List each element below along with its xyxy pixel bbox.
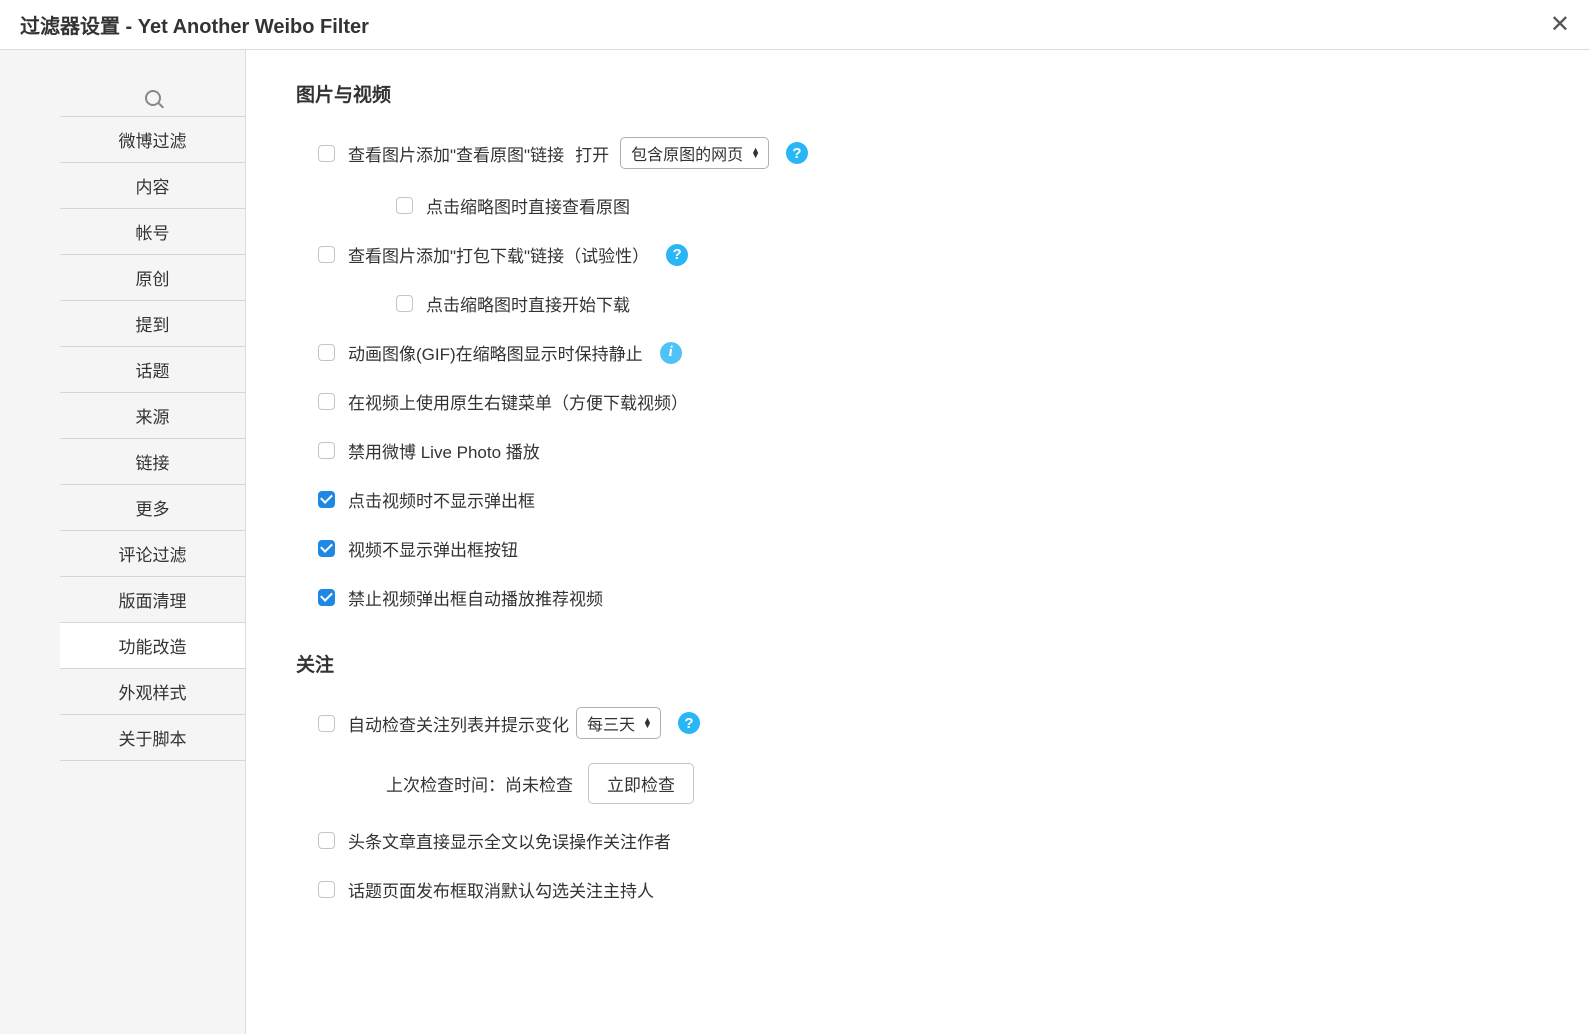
section-title-media: 图片与视频 [296, 80, 1560, 107]
section-title-follow: 关注 [296, 650, 1560, 677]
sidebar-item-label: 微博过滤 [119, 127, 187, 152]
sidebar-item-topic[interactable]: 话题 [60, 347, 245, 393]
checkbox-view-original[interactable] [318, 145, 335, 162]
sidebar-item-label: 原创 [136, 265, 170, 290]
sidebar-search[interactable] [60, 80, 245, 117]
option-view-original: 查看图片添加"查看原图"链接 打开 包含原图的网页 ▲▼ ? [296, 125, 1560, 181]
option-native-context: 在视频上使用原生右键菜单（方便下载视频） [296, 377, 1560, 426]
sidebar-item-label: 外观样式 [119, 679, 187, 704]
checkbox-video-no-popup[interactable] [318, 491, 335, 508]
checkbox-click-thumbnail-view[interactable] [396, 197, 413, 214]
checkbox-topic-uncheck[interactable] [318, 881, 335, 898]
open-label: 打开 [575, 141, 609, 166]
sidebar-item-label: 更多 [136, 495, 170, 520]
sidebar-item-appearance[interactable]: 外观样式 [60, 669, 245, 715]
select-value: 包含原图的网页 [631, 141, 743, 165]
help-icon[interactable]: ? [666, 244, 688, 266]
sidebar-item-label: 内容 [136, 173, 170, 198]
sidebar-item-comment-filter[interactable]: 评论过滤 [60, 531, 245, 577]
sidebar-item-layout-clean[interactable]: 版面清理 [60, 577, 245, 623]
option-download-link: 查看图片添加"打包下载"链接（试验性） ? [296, 230, 1560, 279]
option-label: 禁止视频弹出框自动播放推荐视频 [348, 585, 603, 610]
main-content: 图片与视频 查看图片添加"查看原图"链接 打开 包含原图的网页 ▲▼ ? 点击缩… [245, 50, 1590, 1034]
sidebar-item-source[interactable]: 来源 [60, 393, 245, 439]
search-icon [145, 90, 161, 106]
option-video-no-popup: 点击视频时不显示弹出框 [296, 475, 1560, 524]
option-label: 点击视频时不显示弹出框 [348, 487, 535, 512]
chevron-updown-icon: ▲▼ [643, 718, 652, 728]
option-gif-still: 动画图像(GIF)在缩略图显示时保持静止 i [296, 328, 1560, 377]
last-check-status: 上次检查时间：尚未检查 [386, 771, 573, 796]
checkbox-no-autoplay-recommend[interactable] [318, 589, 335, 606]
sidebar-item-feature[interactable]: 功能改造 [60, 623, 245, 669]
checkbox-click-thumbnail-download[interactable] [396, 295, 413, 312]
sidebar: 微博过滤 内容 帐号 原创 提到 话题 来源 链接 更多 评论过滤 版面清理 功… [0, 50, 245, 1034]
option-headline-fulltext: 头条文章直接显示全文以免误操作关注作者 [296, 816, 1560, 865]
sidebar-item-label: 功能改造 [119, 633, 187, 658]
option-video-no-popup-btn: 视频不显示弹出框按钮 [296, 524, 1560, 573]
sidebar-item-about[interactable]: 关于脚本 [60, 715, 245, 761]
select-check-interval[interactable]: 每三天 ▲▼ [576, 707, 661, 739]
option-click-thumbnail-view: 点击缩略图时直接查看原图 [296, 181, 1560, 230]
option-label: 头条文章直接显示全文以免误操作关注作者 [348, 828, 671, 853]
option-label: 查看图片添加"查看原图"链接 [348, 141, 564, 166]
sidebar-item-label: 帐号 [136, 219, 170, 244]
sidebar-item-original[interactable]: 原创 [60, 255, 245, 301]
check-now-button[interactable]: 立即检查 [588, 763, 694, 804]
sidebar-item-label: 关于脚本 [119, 725, 187, 750]
dialog-header: 过滤器设置 - Yet Another Weibo Filter ✕ [0, 0, 1590, 50]
sidebar-item-label: 链接 [136, 449, 170, 474]
checkbox-gif-still[interactable] [318, 344, 335, 361]
sidebar-item-label: 来源 [136, 403, 170, 428]
chevron-updown-icon: ▲▼ [751, 148, 760, 158]
checkbox-headline-fulltext[interactable] [318, 832, 335, 849]
option-click-thumbnail-download: 点击缩略图时直接开始下载 [296, 279, 1560, 328]
option-label: 动画图像(GIF)在缩略图显示时保持静止 [348, 340, 643, 365]
checkbox-video-no-popup-btn[interactable] [318, 540, 335, 557]
option-label: 点击缩略图时直接查看原图 [426, 193, 630, 218]
option-topic-uncheck: 话题页面发布框取消默认勾选关注主持人 [296, 865, 1560, 914]
dialog-body: 微博过滤 内容 帐号 原创 提到 话题 来源 链接 更多 评论过滤 版面清理 功… [0, 50, 1590, 1034]
sidebar-item-link[interactable]: 链接 [60, 439, 245, 485]
option-label: 话题页面发布框取消默认勾选关注主持人 [348, 877, 654, 902]
dialog-title: 过滤器设置 - Yet Another Weibo Filter [20, 10, 369, 39]
sidebar-item-weibo-filter[interactable]: 微博过滤 [60, 117, 245, 163]
info-icon[interactable]: i [660, 342, 682, 364]
option-no-autoplay-recommend: 禁止视频弹出框自动播放推荐视频 [296, 573, 1560, 622]
sidebar-item-account[interactable]: 帐号 [60, 209, 245, 255]
help-icon[interactable]: ? [678, 712, 700, 734]
sidebar-item-content[interactable]: 内容 [60, 163, 245, 209]
option-label: 点击缩略图时直接开始下载 [426, 291, 630, 316]
sidebar-item-mention[interactable]: 提到 [60, 301, 245, 347]
checkbox-auto-check[interactable] [318, 715, 335, 732]
select-open-mode[interactable]: 包含原图的网页 ▲▼ [620, 137, 769, 169]
checkbox-native-context[interactable] [318, 393, 335, 410]
checkbox-disable-livephoto[interactable] [318, 442, 335, 459]
checkbox-download-link[interactable] [318, 246, 335, 263]
option-disable-livephoto: 禁用微博 Live Photo 播放 [296, 426, 1560, 475]
select-value: 每三天 [587, 711, 635, 735]
sidebar-item-label: 评论过滤 [119, 541, 187, 566]
option-label: 禁用微博 Live Photo 播放 [348, 438, 540, 463]
option-label: 视频不显示弹出框按钮 [348, 536, 518, 561]
option-auto-check: 自动检查关注列表并提示变化 每三天 ▲▼ ? [296, 695, 1560, 751]
option-label: 在视频上使用原生右键菜单（方便下载视频） [348, 389, 688, 414]
last-check-row: 上次检查时间：尚未检查 立即检查 [296, 751, 1560, 816]
close-icon[interactable]: ✕ [1550, 10, 1570, 39]
sidebar-item-more[interactable]: 更多 [60, 485, 245, 531]
help-icon[interactable]: ? [786, 142, 808, 164]
sidebar-item-label: 话题 [136, 357, 170, 382]
option-label: 自动检查关注列表并提示变化 [348, 711, 569, 736]
option-label: 查看图片添加"打包下载"链接（试验性） [348, 242, 649, 267]
sidebar-item-label: 提到 [136, 311, 170, 336]
sidebar-item-label: 版面清理 [119, 587, 187, 612]
